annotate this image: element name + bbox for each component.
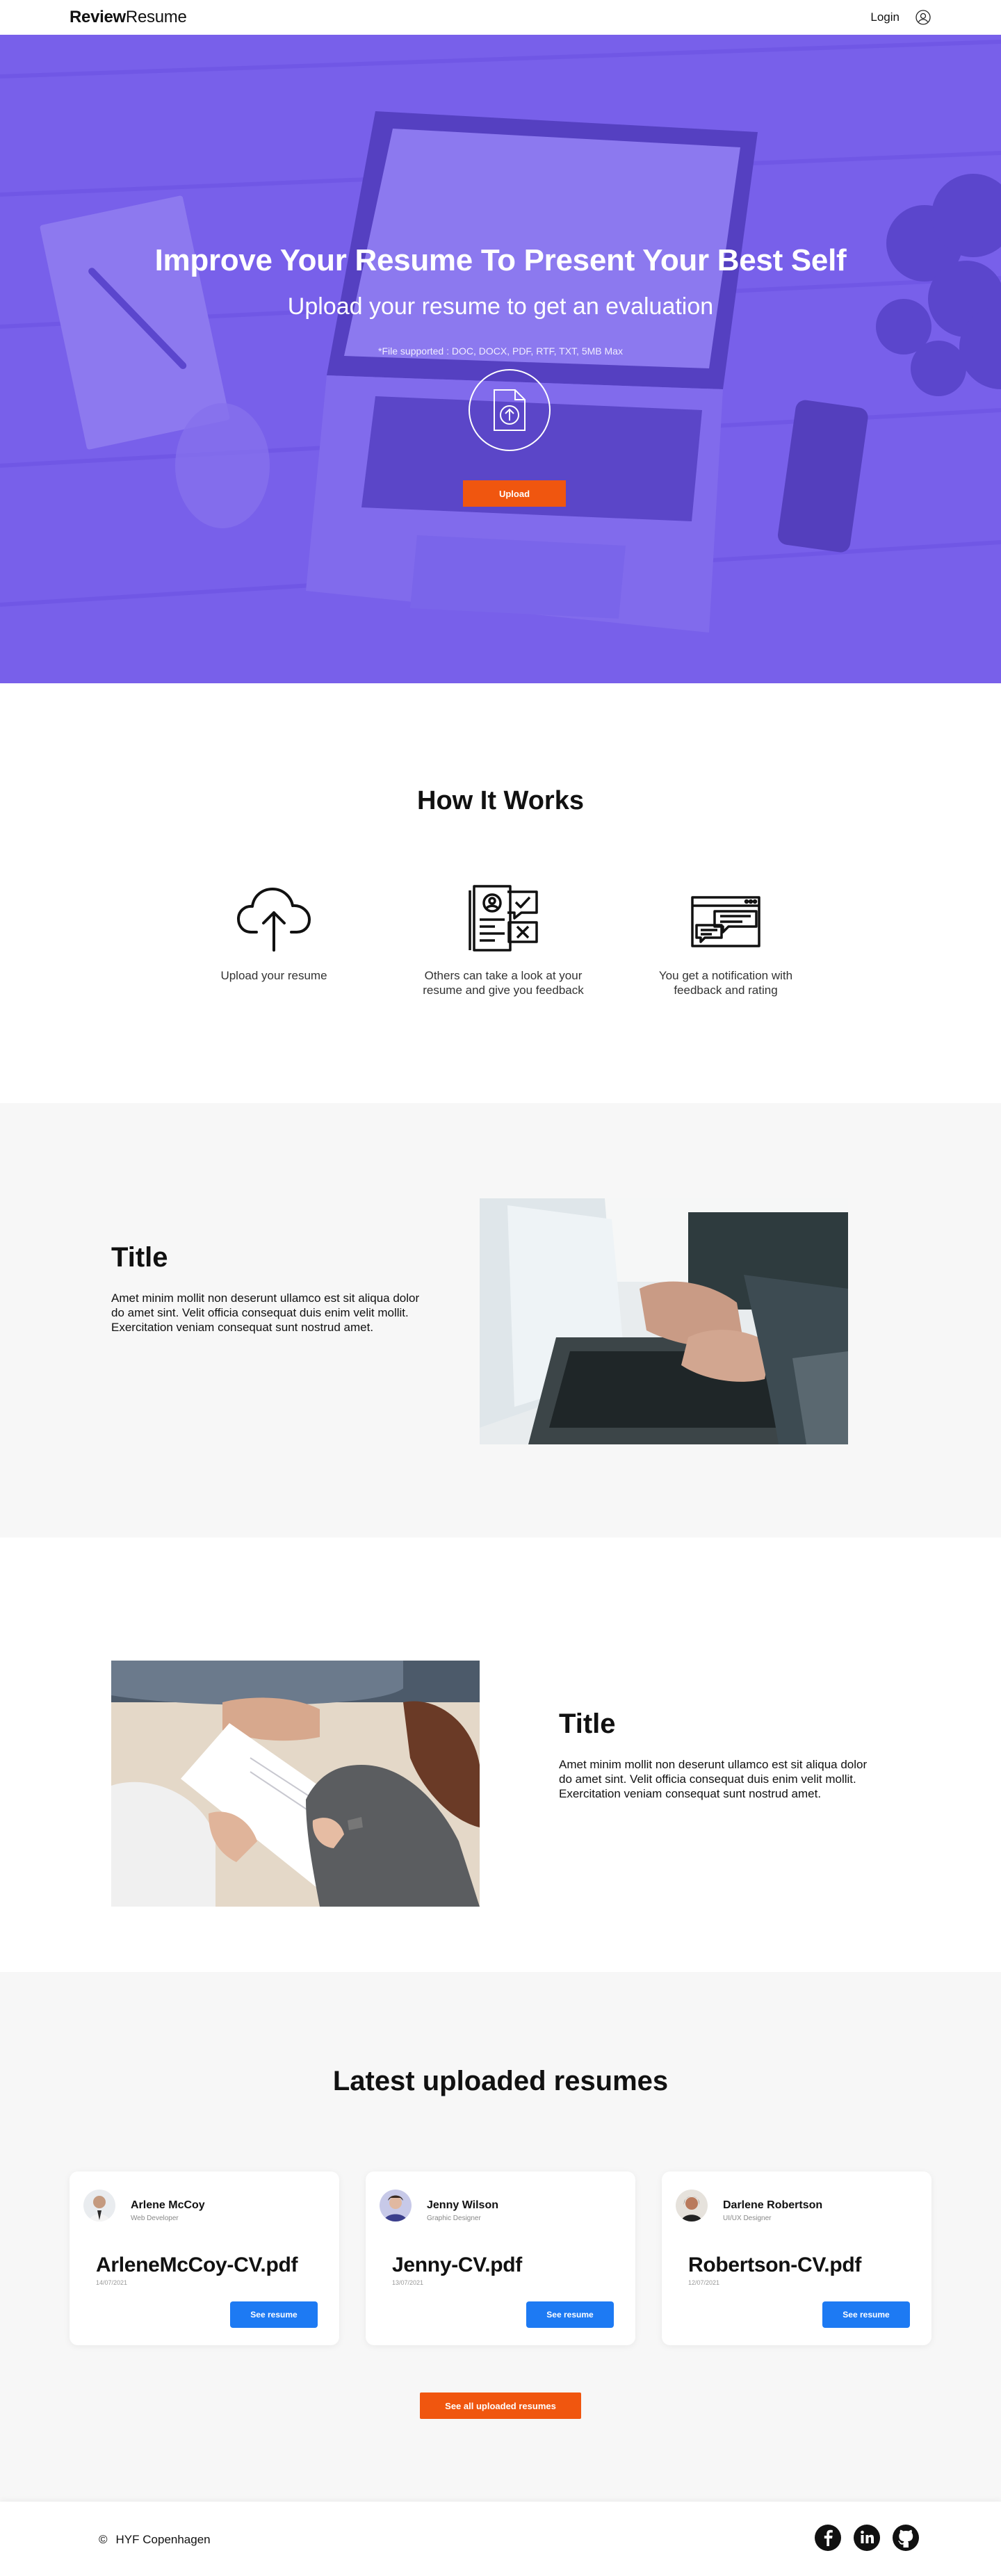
linkedin-icon[interactable] — [854, 2525, 880, 2551]
login-link[interactable]: Login — [870, 10, 900, 24]
card-file-name[interactable]: ArleneMcCoy-CV.pdf — [96, 2253, 298, 2277]
feature-1-title: Title — [111, 1242, 168, 1273]
step-upload: Upload your resume — [190, 870, 357, 983]
card-user-name: Darlene Robertson — [723, 2199, 823, 2211]
hero-section: Improve Your Resume To Present Your Best… — [0, 35, 1001, 683]
card-user-role: UI/UX Designer — [723, 2215, 772, 2222]
feature-section-2: Title Amet minim mollit non deserunt ull… — [0, 1538, 1001, 1972]
card-date: 14/07/2021 — [96, 2279, 128, 2286]
facebook-icon[interactable] — [815, 2525, 841, 2551]
file-upload-icon — [494, 389, 526, 431]
how-it-works-section: How It Works Upload your resume Others c… — [0, 683, 1001, 1103]
see-resume-button[interactable]: See resume — [230, 2301, 318, 2328]
social-links — [815, 2525, 919, 2551]
logo-bold-text: Review — [70, 8, 126, 26]
footer: © HYF Copenhagen — [0, 2502, 1001, 2576]
laptop-typing-photo — [480, 1198, 848, 1444]
copyright: © HYF Copenhagen — [99, 2533, 211, 2547]
document-review-photo — [111, 1661, 480, 1907]
latest-resumes-title: Latest uploaded resumes — [332, 2066, 669, 2096]
card-user-role: Graphic Designer — [427, 2215, 481, 2222]
copyright-text: HYF Copenhagen — [115, 2533, 211, 2546]
step-upload-text: Upload your resume — [220, 969, 327, 982]
latest-resumes-section: Latest uploaded resumes Arlene McCoy Web… — [0, 1972, 1001, 2502]
how-it-works-title: How It Works — [417, 786, 584, 815]
avatar — [676, 2190, 708, 2222]
notification-chat-icon — [691, 896, 760, 947]
github-icon[interactable] — [893, 2525, 919, 2551]
step-review: Others can take a look at your resume an… — [420, 870, 587, 997]
feature-2-text: Amet minim mollit non deserunt ullamco e… — [559, 1758, 868, 1800]
nav-actions: Login — [870, 9, 931, 26]
card-file-name[interactable]: Robertson-CV.pdf — [688, 2253, 861, 2277]
card-date: 13/07/2021 — [392, 2279, 424, 2286]
avatar — [380, 2190, 412, 2222]
avatar — [83, 2190, 115, 2222]
feature-section-1: Title Amet minim mollit non deserunt ull… — [0, 1103, 1001, 1538]
card-date: 12/07/2021 — [688, 2279, 720, 2286]
step-notification-text: You get a notification with feedback and… — [658, 969, 793, 997]
step-notification: You get a notification with feedback and… — [642, 870, 809, 997]
resume-review-icon — [469, 885, 538, 952]
step-review-text: Others can take a look at your resume an… — [423, 969, 584, 997]
user-circle-icon[interactable] — [915, 9, 931, 26]
see-all-resumes-button[interactable]: See all uploaded resumes — [420, 2392, 581, 2419]
copyright-symbol: © — [99, 2533, 108, 2546]
see-resume-button[interactable]: See resume — [822, 2301, 910, 2328]
feature-2-title: Title — [559, 1709, 616, 1739]
hero-title: Improve Your Resume To Present Your Best… — [154, 243, 847, 277]
top-navbar: ReviewResume Login — [0, 0, 1001, 35]
resume-card: Darlene Robertson UI/UX Designer Roberts… — [662, 2171, 931, 2345]
see-resume-button[interactable]: See resume — [526, 2301, 614, 2328]
feature-1-text: Amet minim mollit non deserunt ullamco e… — [111, 1291, 420, 1334]
card-user-role: Web Developer — [131, 2215, 179, 2222]
resume-card: Jenny Wilson Graphic Designer Jenny-CV.p… — [366, 2171, 635, 2345]
resume-card: Arlene McCoy Web Developer ArleneMcCoy-C… — [70, 2171, 339, 2345]
hero-subtitle: Upload your resume to get an evaluation — [287, 293, 714, 320]
hero-content: Improve Your Resume To Present Your Best… — [0, 35, 1001, 683]
card-file-name[interactable]: Jenny-CV.pdf — [392, 2253, 522, 2277]
cloud-upload-icon — [237, 888, 311, 952]
logo[interactable]: ReviewResume — [70, 8, 187, 27]
upload-dropzone[interactable] — [469, 369, 551, 451]
upload-button[interactable]: Upload — [463, 480, 566, 507]
card-user-name: Arlene McCoy — [131, 2199, 205, 2211]
logo-light-text: Resume — [125, 8, 187, 26]
card-user-name: Jenny Wilson — [427, 2199, 498, 2211]
supported-files-note: *File supported : DOC, DOCX, PDF, RTF, T… — [378, 345, 623, 357]
